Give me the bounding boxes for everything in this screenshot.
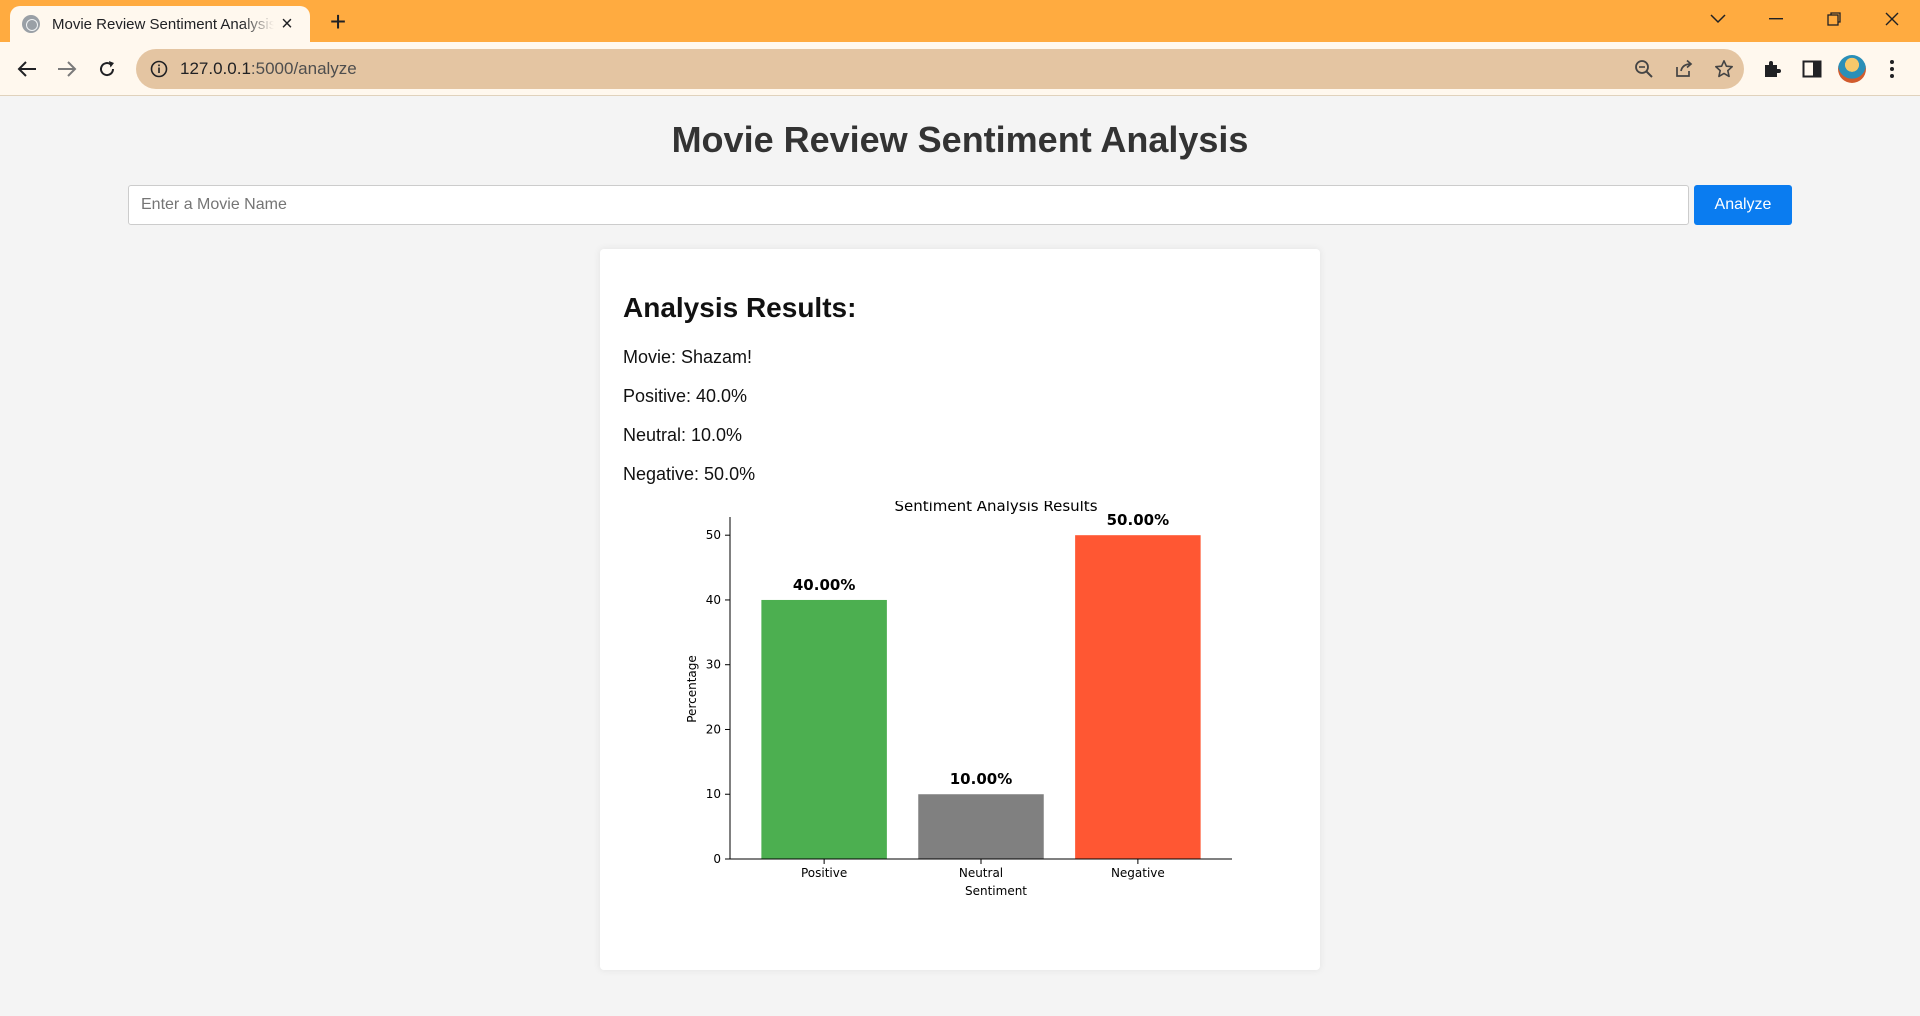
y-tick-label: 10	[706, 787, 721, 801]
analyze-button[interactable]: Analyze	[1694, 185, 1792, 225]
bar-value-label: 50.00%	[1107, 511, 1169, 529]
url-path: :5000/analyze	[250, 59, 357, 78]
browser-menu-icon[interactable]	[1872, 49, 1912, 89]
minimize-icon[interactable]	[1748, 0, 1804, 38]
y-tick-label: 30	[706, 658, 721, 672]
zoom-icon[interactable]	[1624, 49, 1664, 89]
y-tick-label: 0	[713, 852, 721, 866]
bar-value-label: 10.00%	[950, 770, 1012, 788]
page-title: Movie Review Sentiment Analysis	[671, 119, 1249, 160]
positive-line: Positive: 40.0%	[623, 386, 748, 406]
x-tick-label: Negative	[1111, 866, 1165, 880]
bar-value-label: 40.00%	[793, 576, 855, 594]
movie-name-input[interactable]	[128, 185, 1689, 225]
address-bar[interactable]: 127.0.0.1:5000/analyze	[136, 49, 1744, 89]
bookmark-star-icon[interactable]	[1704, 49, 1744, 89]
bar	[918, 794, 1044, 859]
tab-title: Movie Review Sentiment Analysis	[52, 15, 274, 33]
side-panel-icon[interactable]	[1792, 49, 1832, 89]
globe-icon	[22, 15, 40, 33]
x-axis-label: Sentiment	[965, 884, 1027, 898]
forward-arrow-icon[interactable]	[52, 54, 82, 84]
address-bar-actions	[1624, 49, 1744, 89]
back-arrow-icon[interactable]	[12, 54, 42, 84]
browser-tab[interactable]: Movie Review Sentiment Analysis ×	[10, 6, 310, 42]
y-tick-label: 40	[706, 593, 721, 607]
reload-icon[interactable]	[92, 54, 122, 84]
url-host: 127.0.0.1	[180, 59, 251, 78]
browser-title-bar: Movie Review Sentiment Analysis × +	[0, 0, 1920, 42]
chart-title: Sentiment Analysis Results	[894, 501, 1097, 515]
y-tick-label: 50	[706, 528, 721, 542]
results-card: Analysis Results: Movie: Shazam! Positiv…	[600, 249, 1320, 970]
bar	[761, 599, 887, 859]
x-tick-label: Positive	[801, 866, 847, 880]
tab-close-icon[interactable]: ×	[276, 13, 298, 35]
page-content: Movie Review Sentiment Analysis Analyze …	[0, 97, 1920, 1016]
x-tick-label: Neutral	[959, 866, 1003, 880]
new-tab-button[interactable]: +	[322, 6, 354, 37]
results-heading: Analysis Results:	[623, 292, 857, 323]
extensions-puzzle-icon[interactable]	[1752, 49, 1792, 89]
y-tick-label: 20	[706, 722, 721, 736]
restore-icon[interactable]	[1806, 0, 1862, 38]
site-info-icon[interactable]	[150, 60, 168, 78]
share-icon[interactable]	[1664, 49, 1704, 89]
movie-line: Movie: Shazam!	[623, 347, 753, 367]
browser-toolbar: 127.0.0.1:5000/analyze	[0, 42, 1920, 96]
avatar	[1838, 55, 1866, 83]
url-text[interactable]: 127.0.0.1:5000/analyze	[180, 59, 357, 79]
close-window-icon[interactable]	[1864, 0, 1920, 38]
tab-search-chevron-icon[interactable]	[1690, 0, 1746, 38]
profile-avatar[interactable]	[1832, 49, 1872, 89]
y-axis-label: Percentage	[685, 655, 699, 723]
neutral-line: Neutral: 10.0%	[623, 425, 743, 445]
sentiment-bar-chart: Sentiment Analysis Results 40.00% Positive…	[685, 501, 1232, 898]
bar	[1075, 535, 1201, 859]
negative-line: Negative: 50.0%	[623, 464, 756, 484]
